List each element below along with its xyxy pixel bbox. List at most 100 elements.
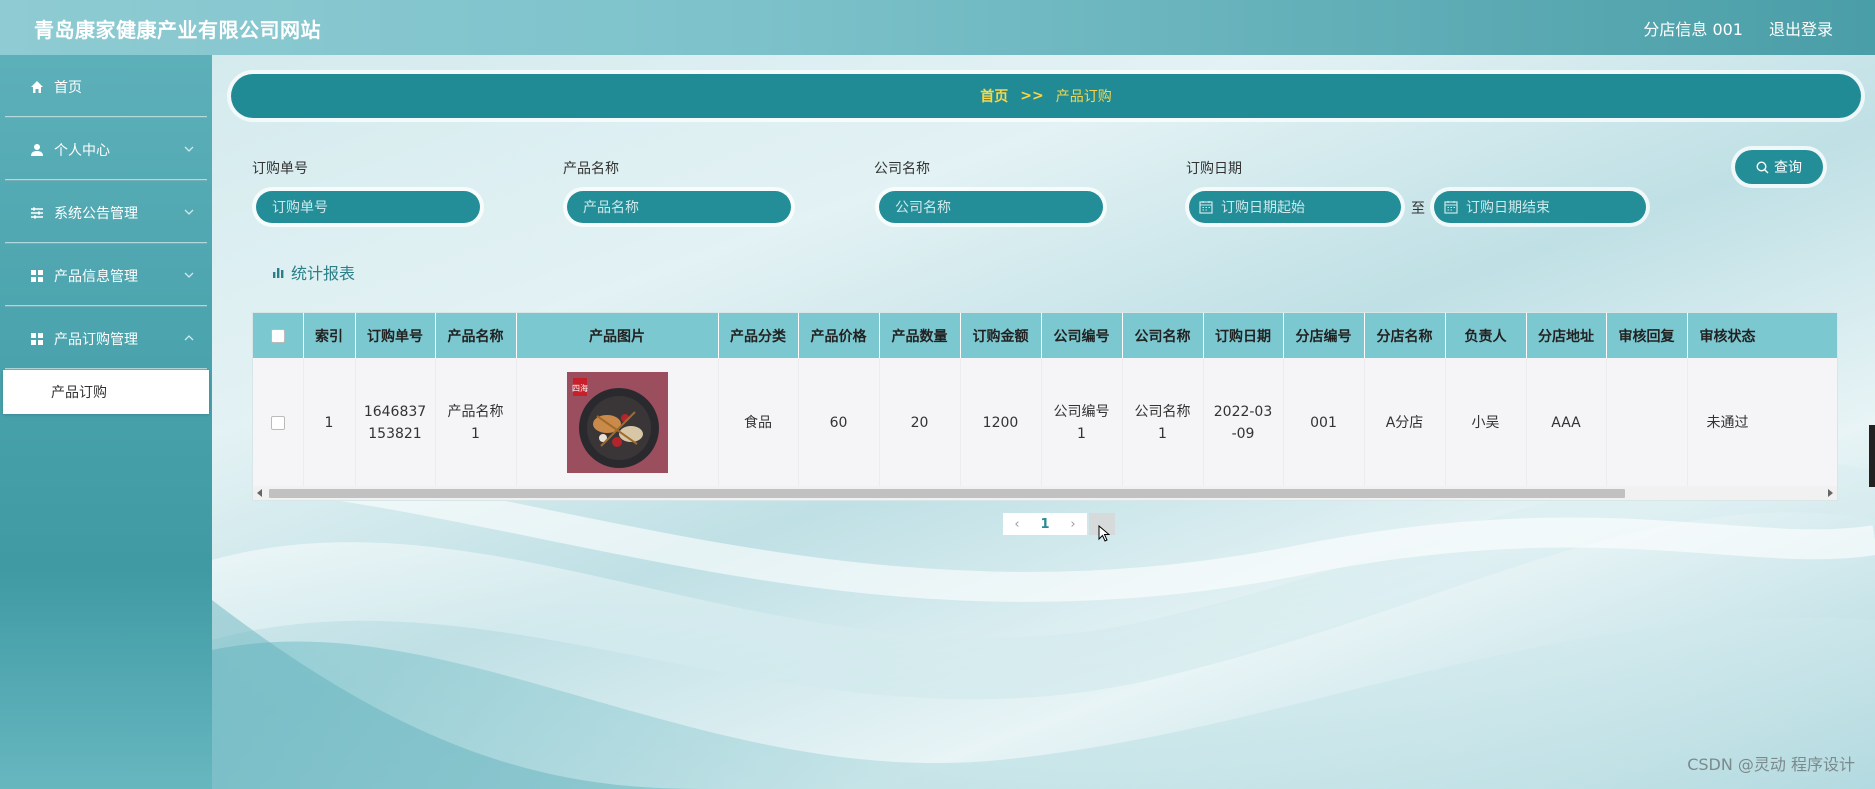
bar-chart-icon: [273, 267, 284, 278]
select-all-cell: [253, 313, 304, 358]
next-page-button[interactable]: ›: [1059, 513, 1087, 535]
column-header[interactable]: 公司名称: [1122, 313, 1204, 358]
cell-price: 60: [798, 358, 880, 487]
cell-text: 2022-03: [1213, 403, 1273, 420]
cell-text: 产品名称: [447, 403, 504, 420]
column-header[interactable]: 分店编号: [1283, 313, 1365, 358]
sidebar-item-product-info[interactable]: 产品信息管理: [0, 244, 212, 307]
column-header[interactable]: 订购金额: [960, 313, 1042, 358]
order-date-label: 订购日期: [1186, 161, 1242, 177]
column-header[interactable]: 产品数量: [879, 313, 961, 358]
grid-icon: [30, 332, 44, 346]
sliders-icon: [30, 206, 44, 220]
top-header: 青岛康家健康产业有限公司网站 分店信息 001 退出登录: [0, 0, 1875, 55]
breadcrumb-separator: >>: [1020, 88, 1044, 104]
column-header[interactable]: 负责人: [1445, 313, 1527, 358]
column-header[interactable]: 分店名称: [1364, 313, 1446, 358]
mouse-cursor-icon: [1098, 525, 1110, 542]
statistics-report-label: 统计报表: [291, 264, 356, 283]
cell-text: 1646837: [363, 403, 427, 420]
row-filler: [1767, 358, 1837, 487]
cell-category: 食品: [718, 358, 799, 487]
cell-text: 153821: [368, 425, 422, 442]
side-handle[interactable]: [1869, 425, 1875, 487]
column-header[interactable]: 订购日期: [1203, 313, 1284, 358]
date-range-separator: 至: [1411, 201, 1425, 217]
column-header[interactable]: 分店地址: [1526, 313, 1607, 358]
scroll-left-arrow[interactable]: [257, 489, 262, 497]
home-icon: [30, 80, 44, 94]
cell-index: 1: [303, 358, 356, 487]
breadcrumb-current: 产品订购: [1055, 89, 1112, 105]
header-filler: [1767, 313, 1837, 358]
cell-review-reply: [1606, 358, 1688, 487]
sidebar-subitem-product-order[interactable]: 产品订购: [3, 370, 209, 414]
breadcrumb-home[interactable]: 首页: [980, 86, 1008, 106]
divider: [5, 368, 207, 370]
sidebar-item-announcements[interactable]: 系统公告管理: [0, 181, 212, 244]
select-all-checkbox[interactable]: [270, 328, 285, 343]
order-no-label: 订购单号: [252, 161, 308, 177]
column-header[interactable]: 产品图片: [516, 313, 719, 358]
scroll-thumb[interactable]: [269, 489, 1625, 498]
product-name-input[interactable]: 产品名称: [567, 191, 791, 223]
column-header[interactable]: 产品分类: [718, 313, 799, 358]
grid-icon: [30, 269, 44, 283]
cell-order-no: 1646837 153821: [355, 358, 436, 487]
cell-text: 公司名称: [1134, 403, 1191, 420]
breadcrumb: 首页 >> 产品订购: [231, 74, 1861, 118]
column-header[interactable]: 订购单号: [355, 313, 436, 358]
product-image[interactable]: 四海: [566, 372, 668, 473]
column-header[interactable]: 产品价格: [798, 313, 880, 358]
table-header-row: 索引 订购单号 产品名称 产品图片 产品分类 产品价格 产品数量 订购金额 公司…: [253, 313, 1769, 358]
scroll-right-arrow[interactable]: [1828, 489, 1833, 497]
cell-company-name: 公司名称 1: [1122, 358, 1204, 487]
sidebar-item-label: 产品信息管理: [54, 268, 138, 285]
horizontal-scrollbar[interactable]: [253, 486, 1837, 500]
order-no-input[interactable]: 订购单号: [256, 191, 480, 223]
row-select-cell: [253, 358, 304, 487]
current-user: 分店信息 001: [1643, 20, 1743, 39]
calendar-icon: [1444, 201, 1458, 214]
column-header[interactable]: 公司编号: [1041, 313, 1123, 358]
prev-page-button[interactable]: ‹: [1003, 513, 1031, 535]
site-title: 青岛康家健康产业有限公司网站: [34, 18, 321, 42]
cell-branch-no: 001: [1283, 358, 1365, 487]
cell-amount: 1200: [960, 358, 1042, 487]
cell-company-no: 公司编号 1: [1041, 358, 1123, 487]
column-header[interactable]: 产品名称: [435, 313, 517, 358]
cell-manager: 小吴: [1445, 358, 1527, 487]
query-button[interactable]: 查询: [1735, 150, 1823, 184]
sidebar-item-home[interactable]: 首页: [0, 55, 212, 118]
row-checkbox[interactable]: [270, 415, 285, 430]
column-header[interactable]: 索引: [303, 313, 356, 358]
product-name-label: 产品名称: [563, 161, 619, 177]
cell-review-status: 未通过: [1687, 358, 1769, 487]
company-name-input[interactable]: 公司名称: [879, 191, 1103, 223]
query-button-label: 查询: [1774, 160, 1802, 176]
cell-text: 1: [471, 425, 480, 442]
date-end-input[interactable]: 订购日期结束: [1434, 191, 1646, 223]
watermark: CSDN @灵动 程序设计: [1687, 755, 1855, 774]
column-header[interactable]: 审核回复: [1606, 313, 1688, 358]
table-row[interactable]: 1 1646837 153821 产品名称 1 四海 食品 60 20 1200…: [253, 358, 1769, 487]
column-header[interactable]: 审核状态: [1687, 313, 1769, 358]
sidebar-item-personal[interactable]: 个人中心: [0, 118, 212, 181]
company-name-label: 公司名称: [874, 161, 930, 177]
sidebar-item-label: 首页: [54, 79, 82, 96]
sidebar-item-product-orders[interactable]: 产品订购管理: [0, 307, 212, 370]
date-start-input[interactable]: 订购日期起始: [1189, 191, 1401, 223]
cell-branch-address: AAA: [1526, 358, 1607, 487]
cell-branch-name: A分店: [1364, 358, 1446, 487]
date-end-placeholder: 订购日期结束: [1466, 200, 1550, 216]
image-badge-text: 四海: [572, 383, 588, 393]
page-number[interactable]: 1: [1031, 513, 1059, 535]
logout-button[interactable]: 退出登录: [1769, 16, 1833, 40]
sidebar-item-label: 产品订购管理: [54, 331, 138, 348]
statistics-report-link[interactable]: 统计报表: [272, 260, 355, 284]
sidebar: 首页 个人中心 系统公告管理 产品信息管理 产品订购管理 产品订购: [0, 55, 212, 789]
cell-product-image: 四海: [516, 358, 719, 487]
chevron-down-icon: [184, 146, 194, 152]
cell-order-date: 2022-03 -09: [1203, 358, 1284, 487]
calendar-icon: [1199, 201, 1213, 214]
